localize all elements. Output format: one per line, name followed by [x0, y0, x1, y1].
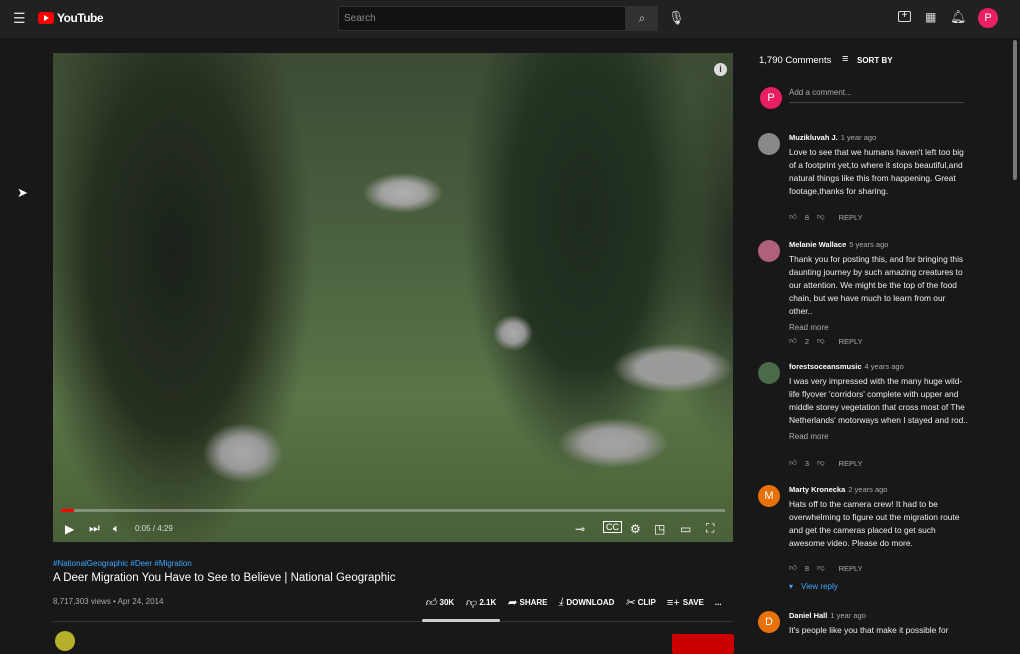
comment-avatar[interactable]: [758, 133, 780, 155]
thumbs-down-icon[interactable]: 👎︎: [817, 336, 825, 346]
thumbs-up-icon: 👍︎: [425, 597, 437, 609]
like-count: 30K: [439, 598, 455, 607]
read-more-link[interactable]: Read more: [789, 430, 969, 443]
info-icon[interactable]: i: [714, 63, 727, 76]
bell-icon[interactable]: 🔔︎: [950, 9, 967, 25]
top-bar: ☰ YouTube Search ⌕ 🎙 + ▦ 🔔︎ P: [0, 0, 1020, 38]
comment-text: Hats off to the camera crew! It had to b…: [789, 499, 960, 548]
next-icon[interactable]: ⏭: [89, 521, 100, 536]
comment-age[interactable]: 2 years ago: [848, 485, 887, 494]
comment-like-count: 8: [804, 212, 810, 222]
comment-author[interactable]: Daniel Hall: [789, 611, 827, 620]
comment-text: Thank you for posting this, and for brin…: [789, 254, 964, 316]
playlist-add-icon: ≡+: [666, 596, 680, 609]
save-label: SAVE: [682, 598, 704, 607]
thumbs-up-icon[interactable]: 👍︎: [789, 458, 797, 468]
comment-author[interactable]: Muzikluvah J.: [789, 133, 838, 142]
autoplay-toggle[interactable]: ⊸: [575, 522, 585, 536]
clip-button[interactable]: ✂ CLIP: [625, 596, 655, 609]
create-video-icon[interactable]: +: [898, 11, 911, 22]
download-button[interactable]: ⤓ DOWNLOAD: [559, 596, 615, 609]
channel-avatar[interactable]: [55, 631, 75, 651]
play-icon[interactable]: ▶: [65, 522, 74, 536]
comment-like-count: 3: [804, 458, 810, 468]
volume-icon[interactable]: 🔈︎: [113, 523, 120, 536]
clip-label: CLIP: [637, 598, 656, 607]
captions-icon[interactable]: CC: [603, 521, 622, 533]
settings-icon[interactable]: ⚙: [630, 522, 641, 536]
thumbs-down-icon[interactable]: 👎︎: [817, 563, 825, 573]
comment-text: Love to see that we humans haven't left …: [789, 147, 964, 196]
like-ratio-bar: [422, 619, 500, 622]
like-button[interactable]: 👍︎ 30K: [425, 596, 454, 609]
comment-age[interactable]: 5 years ago: [849, 240, 888, 249]
comment-like-count: 2: [804, 336, 810, 346]
dislike-button[interactable]: 👎︎ 2.1K: [465, 596, 496, 609]
save-button[interactable]: ≡+ SAVE: [667, 596, 704, 609]
microphone-icon[interactable]: 🎙: [668, 10, 685, 26]
video-title: A Deer Migration You Have to See to Beli…: [53, 572, 396, 584]
sort-icon[interactable]: ≡: [842, 53, 848, 65]
user-avatar: P: [760, 87, 782, 109]
download-icon: ⤓: [558, 596, 564, 608]
reply-button[interactable]: REPLY: [839, 213, 863, 222]
more-actions-button[interactable]: ...: [715, 596, 722, 609]
comment-age[interactable]: 4 years ago: [865, 362, 904, 371]
video-player[interactable]: i ▶ ⏭ 🔈︎ 0:05 / 4:29 ⊸ CC ⚙ ◳ ▭ ⛶: [53, 53, 733, 542]
menu-icon[interactable]: ☰: [13, 10, 26, 27]
comment-author[interactable]: forestsoceansmusic: [789, 362, 862, 371]
theater-mode-icon[interactable]: ▭: [680, 522, 691, 536]
comment-age[interactable]: 1 year ago: [830, 611, 865, 620]
search-button[interactable]: ⌕: [626, 6, 658, 31]
comment-text: I was very impressed with the many huge …: [789, 376, 968, 425]
thumbs-down-icon[interactable]: 👎︎: [817, 212, 825, 222]
comment-count: 1,790 Comments: [759, 55, 832, 66]
chevron-down-icon: ▾: [789, 582, 794, 591]
search-input[interactable]: Search: [338, 6, 626, 31]
thumbs-up-icon[interactable]: 👍︎: [789, 336, 797, 346]
sort-by-button[interactable]: SORT BY: [857, 56, 893, 65]
dislike-count: 2.1K: [479, 598, 497, 607]
youtube-logo-icon[interactable]: [38, 12, 54, 24]
fullscreen-icon[interactable]: ⛶: [706, 521, 714, 536]
thumbs-up-icon[interactable]: 👍︎: [789, 563, 797, 573]
account-avatar[interactable]: P: [978, 8, 998, 28]
progress-bar[interactable]: [61, 509, 725, 512]
thumbs-up-icon[interactable]: 👍︎: [789, 212, 797, 222]
divider: [53, 621, 733, 622]
share-icon: ➦: [507, 597, 517, 609]
hashtags[interactable]: #NationalGeographic #Deer #Migration: [53, 559, 192, 568]
comment-like-count: 8: [804, 563, 810, 573]
comment-avatar[interactable]: M: [758, 485, 780, 507]
mouse-cursor-icon: ➤: [17, 185, 28, 200]
logo-text[interactable]: YouTube: [57, 11, 104, 25]
scrollbar[interactable]: [1013, 40, 1017, 180]
time-display: 0:05 / 4:29: [135, 524, 173, 533]
comment-avatar[interactable]: [758, 362, 780, 384]
views-date: 8,717,303 views • Apr 24, 2014: [53, 597, 164, 606]
comment-text: It's people like you that make it possib…: [789, 625, 949, 635]
comment-author[interactable]: Melanie Wallace: [789, 240, 846, 249]
read-more-link[interactable]: Read more: [789, 321, 969, 334]
share-button[interactable]: ➦ SHARE: [507, 596, 547, 609]
share-label: SHARE: [519, 598, 548, 607]
subscribe-button[interactable]: [672, 634, 734, 654]
reply-button[interactable]: REPLY: [839, 564, 863, 573]
comment-author[interactable]: Marty Kronecka: [789, 485, 845, 494]
progress-fill: [61, 509, 75, 512]
thumbs-down-icon[interactable]: 👎︎: [817, 458, 825, 468]
thumbs-down-icon: 👎︎: [465, 597, 477, 609]
reply-button[interactable]: REPLY: [839, 337, 863, 346]
comment-avatar[interactable]: D: [758, 611, 780, 633]
add-comment-input[interactable]: Add a comment...: [789, 88, 964, 103]
download-label: DOWNLOAD: [566, 598, 615, 607]
comment-avatar[interactable]: [758, 240, 780, 262]
comment-age[interactable]: 1 year ago: [841, 133, 876, 142]
view-reply-link[interactable]: View reply: [801, 582, 838, 591]
scissors-icon: ✂: [625, 597, 635, 609]
reply-button[interactable]: REPLY: [839, 459, 863, 468]
miniplayer-icon[interactable]: ◳: [654, 522, 665, 536]
apps-icon[interactable]: ▦: [925, 10, 936, 24]
